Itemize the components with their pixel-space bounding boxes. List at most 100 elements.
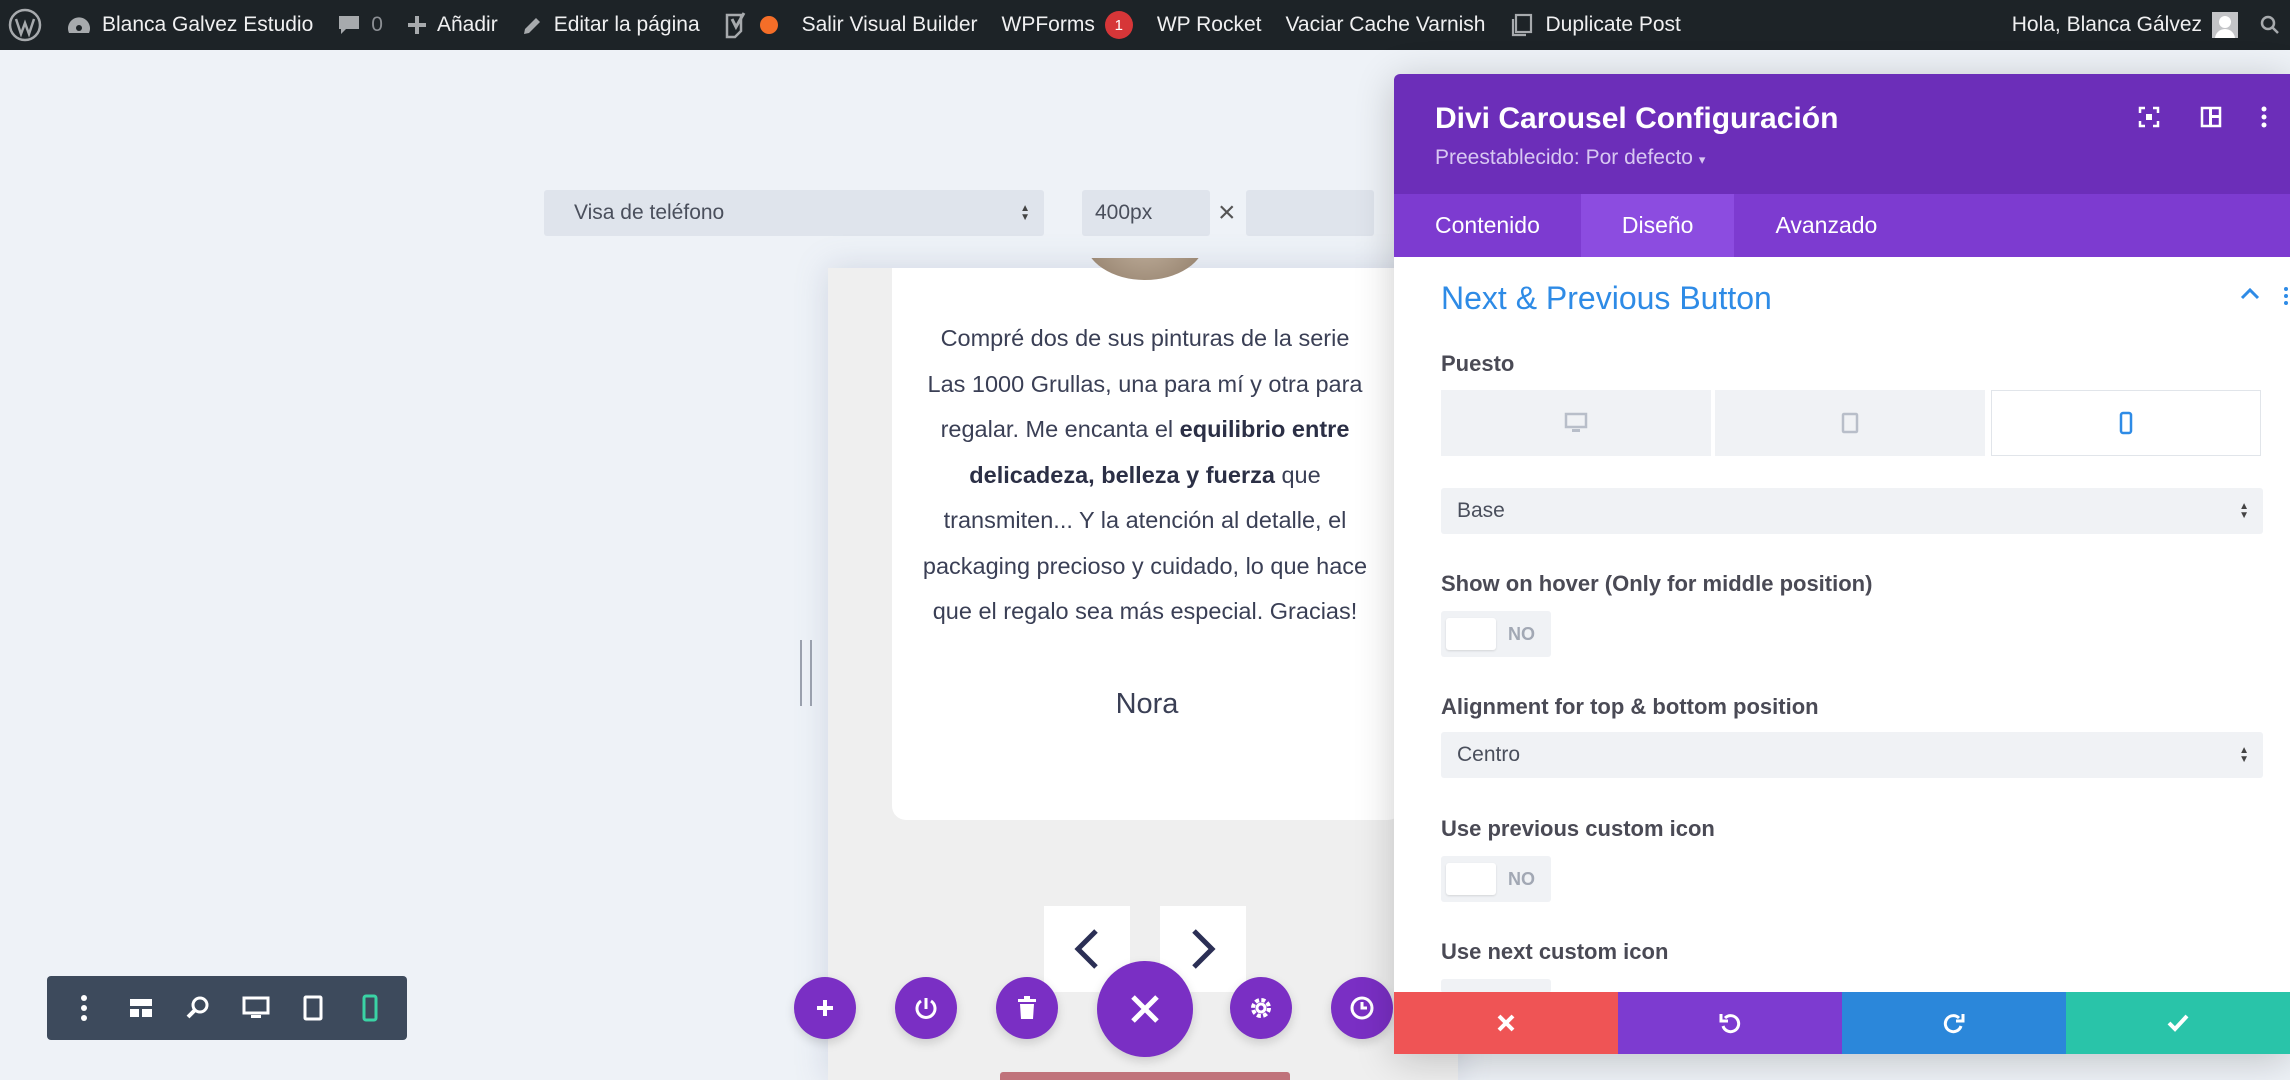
device-tab-desktop[interactable] [1441,390,1711,456]
preview-height-input[interactable] [1246,190,1374,236]
wpforms-badge: 1 [1104,11,1133,39]
prev-icon-label: Use previous custom icon [1441,816,1715,841]
more-vertical-icon [2261,106,2267,128]
chevron-right-icon [1192,929,1216,969]
clock-icon [1350,996,1374,1020]
zoom-button[interactable] [178,988,218,1028]
load-layout-button[interactable] [895,977,957,1039]
caret-down-icon: ▾ [1698,152,1706,167]
clear-layout-button[interactable] [996,977,1058,1039]
modal-tabs: Contenido Diseño Avanzado [1394,194,2290,257]
prev-icon-toggle[interactable]: NO [1441,856,1551,902]
next-icon-label: Use next custom icon [1441,939,1669,964]
show-hover-label: Show on hover (Only for middle position) [1441,571,1873,596]
collapse-section-button[interactable] [2240,286,2260,305]
chevron-left-icon [1074,929,1098,969]
preview-width-value: 400px [1095,201,1153,224]
wordpress-logo[interactable] [0,0,54,50]
seo-status-dot [759,16,778,34]
exit-builder-label: Salir Visual Builder [801,13,978,36]
expand-modal-button[interactable] [2138,106,2160,133]
add-label: Añadir [436,13,498,36]
yoast-icon [725,12,745,39]
desktop-view-button[interactable] [236,988,276,1028]
more-vertical-icon [2284,287,2288,305]
comments-count: 0 [371,13,383,36]
comments-link[interactable]: 0 [325,0,395,50]
select-arrows-icon: ▲ ▼ [2239,745,2249,765]
redo-icon [1943,1014,1965,1034]
next-icon-toggle[interactable] [1441,979,1551,993]
search-icon [2260,15,2279,34]
alignment-select[interactable]: Centro ▲ ▼ [1441,732,2263,778]
layout-icon [129,999,152,1017]
comment-icon [339,16,360,34]
yoast-menu[interactable] [712,0,790,50]
user-avatar [2212,12,2238,38]
site-name-link[interactable]: Blanca Galvez Estudio [54,0,325,50]
tab-avanzado[interactable]: Avanzado [1734,194,1918,257]
wireframe-view-button[interactable] [121,988,161,1028]
discard-button[interactable] [1394,992,1618,1054]
tab-contenido[interactable]: Contenido [1394,194,1581,257]
edit-page-link[interactable]: Editar la página [510,0,712,50]
history-button[interactable] [1331,977,1393,1039]
redo-button[interactable] [1842,992,2066,1054]
admin-bar: Blanca Galvez Estudio 0 Añadir Editar la… [0,0,2290,50]
resize-handle[interactable] [800,640,812,706]
page-settings-button[interactable] [1230,977,1292,1039]
add-new-link[interactable]: Añadir [395,0,510,50]
section-title[interactable]: Next & Previous Button [1441,280,1772,317]
add-module-button[interactable] [794,977,856,1039]
device-tab-tablet[interactable] [1715,390,1985,456]
section-options-button[interactable] [2283,286,2289,311]
preview-width-input[interactable]: 400px [1082,190,1210,236]
testimonial-author: Nora [1115,688,1179,720]
more-options-button[interactable] [64,988,104,1028]
wprocket-menu[interactable]: WP Rocket [1145,0,1274,50]
dashboard-icon [68,17,90,33]
tab-diseno[interactable]: Diseño [1580,194,1735,257]
desktop-icon [1564,412,1588,432]
close-builder-button[interactable] [1097,961,1193,1057]
select-arrows-icon: ▲ ▼ [2239,501,2249,521]
more-vertical-icon [80,995,87,1021]
zoom-icon [186,996,209,1019]
puesto-label: Puesto [1441,351,1515,376]
builder-page-settings-bar [47,976,407,1040]
show-hover-toggle[interactable]: NO [1441,611,1551,657]
wordpress-icon [8,8,42,42]
varnish-purge[interactable]: Vaciar Cache Varnish [1273,0,1497,50]
testimonial-quote: Compré dos de sus pinturas de la serie L… [920,316,1370,635]
phone-view-button[interactable] [350,988,390,1028]
tablet-view-button[interactable] [293,988,333,1028]
power-icon [915,998,937,1019]
preset-selector[interactable]: Preestablecido: Por defecto ▾ [1435,146,1705,170]
save-button[interactable] [2066,992,2290,1054]
alignment-select-value: Centro [1457,743,1521,766]
device-view-select[interactable]: Visa de teléfono ▲ ▼ [544,190,1044,236]
plus-icon [817,1000,833,1016]
preset-label: Preestablecido: Por defecto [1435,146,1693,169]
snap-sidebar-button[interactable] [2200,106,2222,133]
position-select[interactable]: Base ▲ ▼ [1441,488,2263,534]
duplicate-post-link[interactable]: Duplicate Post [1497,0,1692,50]
expand-icon [2138,106,2160,128]
gear-icon [1251,998,1271,1018]
phone-icon [2119,411,2133,435]
device-view-value: Visa de teléfono [574,201,725,224]
account-menu[interactable]: Hola, Blanca Gálvez [2000,0,2250,50]
search-toggle[interactable] [2250,0,2290,50]
show-hover-value: NO [1508,623,1535,644]
modal-more-button[interactable] [2260,106,2268,133]
check-icon [2167,1014,2189,1032]
next-section-edge [1000,1072,1290,1080]
exit-visual-builder[interactable]: Salir Visual Builder [790,0,990,50]
undo-button[interactable] [1618,992,1842,1054]
device-tab-phone[interactable] [1991,390,2261,456]
modal-footer [1394,992,2290,1054]
chevron-up-icon [2240,287,2260,300]
wpforms-menu[interactable]: WPForms 1 [990,0,1145,50]
varnish-label: Vaciar Cache Varnish [1285,13,1486,36]
desktop-icon [242,996,270,1018]
